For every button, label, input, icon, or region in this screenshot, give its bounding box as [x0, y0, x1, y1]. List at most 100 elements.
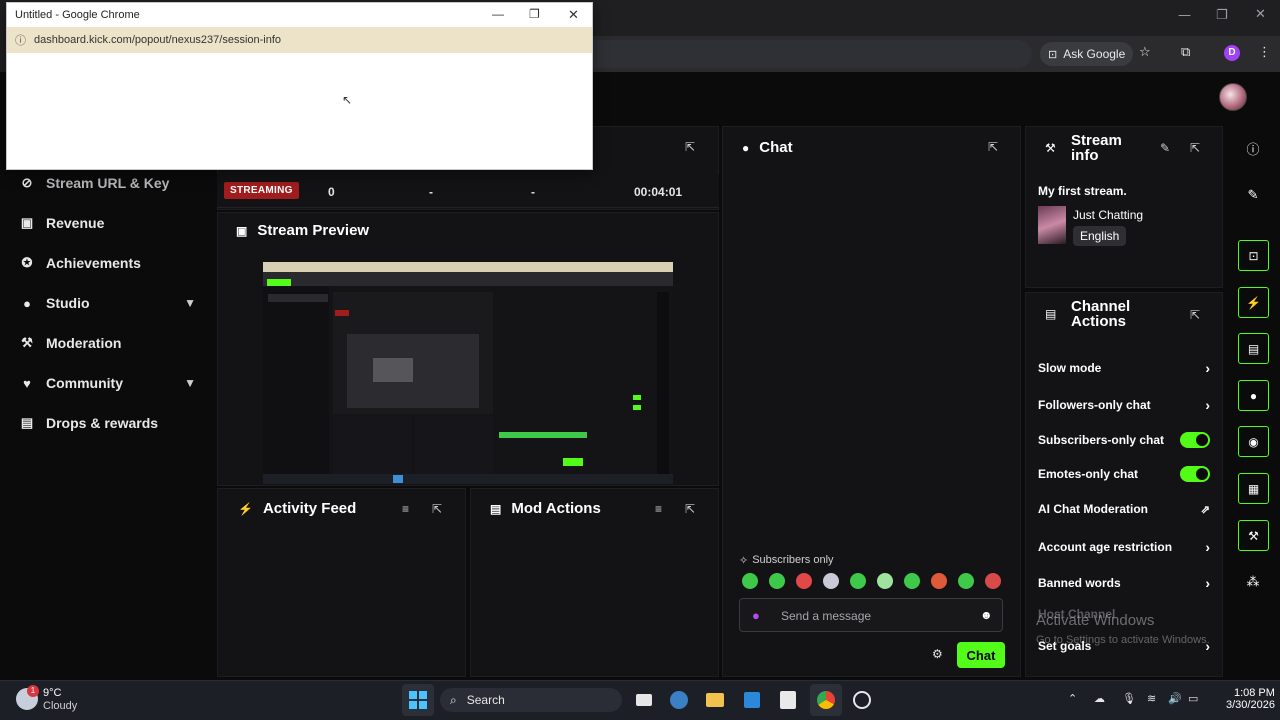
cloud-icon[interactable]: ☁ — [1094, 692, 1105, 705]
stream-preview-header: ▣ Stream Preview — [236, 222, 369, 239]
rail-button-capture[interactable]: ⊡ — [1238, 240, 1269, 271]
channel-actions-title: Channel Actions — [1071, 299, 1130, 329]
user-avatar[interactable] — [1219, 83, 1247, 111]
popup-url-bar[interactable]: ⓘ dashboard.kick.com/popout/nexus237/ses… — [7, 27, 592, 53]
sidebar-item-label: Drops & rewards — [46, 415, 159, 431]
sidebar-item-drops[interactable]: ▤ Drops & rewards — [20, 415, 196, 431]
ai-moderation-row[interactable]: AI Chat Moderation ⇗ — [1038, 502, 1210, 516]
start-button[interactable] — [402, 684, 434, 716]
popout-icon[interactable]: ⇱ — [685, 502, 699, 516]
action-label: Banned words — [1038, 576, 1121, 590]
close-icon[interactable]: ✕ — [568, 7, 579, 23]
sidebar-item-studio[interactable]: ● Studio ▼ — [20, 295, 196, 311]
profile-avatar[interactable]: D — [1224, 45, 1240, 61]
more-menu-icon[interactable]: ⋮ — [1258, 45, 1271, 60]
chat-settings-icon[interactable]: ⚙ — [932, 647, 943, 661]
stream-preview-video[interactable] — [263, 262, 673, 484]
emote[interactable] — [931, 573, 947, 589]
broadcast-icon: ◉ — [1248, 434, 1259, 449]
extensions-icon[interactable]: ⧉ — [1181, 45, 1190, 60]
microphone-icon[interactable]: 🎙 — [1122, 692, 1136, 705]
emote[interactable] — [877, 573, 893, 589]
language-tag: English — [1073, 226, 1127, 246]
microphone-icon[interactable]: ● — [752, 608, 760, 623]
ask-google-button[interactable]: ⊡ Ask Google — [1040, 42, 1134, 66]
emotes-only-toggle[interactable] — [1180, 466, 1210, 482]
clock[interactable]: 1:08 PM 3/30/2026 — [1226, 687, 1275, 711]
wrench-icon: ⚒ — [21, 335, 33, 350]
rail-button-activity[interactable]: ⚡ — [1238, 287, 1269, 318]
subscribers-only-toggle[interactable] — [1180, 432, 1210, 448]
wifi-icon[interactable]: ≋ — [1147, 692, 1156, 705]
emote[interactable] — [958, 573, 974, 589]
maximize-icon[interactable]: ❐ — [1216, 8, 1228, 23]
stream-category[interactable]: Just Chatting — [1073, 208, 1143, 222]
app-icon[interactable] — [772, 684, 804, 716]
weather-badge: 1 — [27, 685, 39, 697]
tray-chevron-icon[interactable]: ⌃ — [1068, 692, 1077, 705]
category-thumbnail[interactable] — [1038, 206, 1066, 244]
minimize-icon[interactable]: — — [1178, 8, 1191, 23]
account-age-row[interactable]: Account age restriction › — [1038, 539, 1210, 555]
filter-icon[interactable]: ≡ — [402, 502, 416, 516]
minimize-icon[interactable]: — — [492, 7, 504, 21]
rail-button-broadcast[interactable]: ◉ — [1238, 426, 1269, 457]
chat-input[interactable]: ● Send a message ☻ — [739, 598, 1003, 632]
sidebar-item-achievements[interactable]: ✪ Achievements — [20, 255, 196, 271]
steam-icon[interactable] — [663, 684, 695, 716]
mod-actions-header: ▤ Mod Actions — [490, 500, 601, 517]
sidebar-item-revenue[interactable]: ▣ Revenue — [20, 215, 196, 231]
task-view-icon[interactable] — [628, 684, 660, 716]
activity-feed-header: ⚡ Activity Feed — [238, 500, 356, 517]
address-bar[interactable] — [592, 40, 1032, 68]
popout-icon[interactable]: ⇱ — [1190, 141, 1204, 155]
emote[interactable] — [769, 573, 785, 589]
store-icon[interactable] — [736, 684, 768, 716]
edit-icon[interactable]: ✎ — [1160, 141, 1174, 155]
rail-button-stream-info[interactable]: ⚒ — [1238, 520, 1269, 551]
banned-words-row[interactable]: Banned words › — [1038, 575, 1210, 591]
send-chat-button[interactable]: Chat — [957, 642, 1005, 668]
rail-button-channel-actions[interactable]: ▦ — [1238, 473, 1269, 504]
battery-icon[interactable]: ▭ — [1188, 692, 1198, 705]
popout-icon[interactable]: ⇱ — [685, 140, 699, 154]
trophy-icon: ✪ — [21, 255, 33, 270]
obs-icon[interactable] — [846, 684, 878, 716]
popout-icon[interactable]: ⇱ — [1190, 308, 1204, 322]
chrome-icon[interactable] — [810, 684, 842, 716]
chevron-right-icon: › — [1205, 360, 1210, 376]
taskbar-search[interactable]: ⌕ Search — [440, 688, 622, 712]
file-explorer-icon[interactable] — [699, 684, 731, 716]
site-info-icon[interactable]: ⓘ — [15, 32, 26, 48]
volume-icon[interactable]: 🔊 — [1168, 692, 1182, 705]
emote[interactable] — [850, 573, 866, 589]
popout-icon[interactable]: ⇱ — [988, 140, 1002, 154]
followers-only-row[interactable]: Followers-only chat › — [1038, 397, 1210, 413]
chat-mode-notice: ✧ Subscribers only — [739, 554, 834, 567]
bookmark-star-icon[interactable]: ☆ — [1139, 45, 1151, 60]
rail-button-mod-actions[interactable]: ▤ — [1238, 333, 1269, 364]
info-icon[interactable]: ⓘ — [1244, 139, 1262, 157]
title-line: info — [1071, 147, 1099, 164]
maximize-icon[interactable]: ❐ — [529, 7, 540, 21]
panel-title: Mod Actions — [511, 500, 601, 517]
popout-icon[interactable]: ⇱ — [432, 502, 446, 516]
close-icon[interactable]: ✕ — [1255, 7, 1266, 22]
nodes-icon[interactable]: ⁂ — [1244, 573, 1262, 591]
emote[interactable] — [823, 573, 839, 589]
slow-mode-row[interactable]: Slow mode › — [1038, 360, 1210, 376]
chevron-right-icon: › — [1205, 575, 1210, 591]
edit-icon[interactable]: ✎ — [1244, 186, 1262, 204]
filter-icon[interactable]: ≡ — [655, 502, 669, 516]
emote[interactable] — [985, 573, 1001, 589]
emote[interactable] — [742, 573, 758, 589]
sidebar-item-community[interactable]: ♥ Community ▼ — [20, 375, 196, 391]
rail-button-chat[interactable]: ● — [1238, 380, 1269, 411]
emoji-icon[interactable]: ☻ — [980, 608, 993, 622]
sidebar-item-stream-url[interactable]: ⊘ Stream URL & Key — [20, 175, 196, 191]
sidebar-item-moderation[interactable]: ⚒ Moderation — [20, 335, 196, 351]
emote[interactable] — [904, 573, 920, 589]
title-line: Channel — [1071, 298, 1131, 315]
title-line: Actions — [1071, 313, 1127, 330]
emote[interactable] — [796, 573, 812, 589]
